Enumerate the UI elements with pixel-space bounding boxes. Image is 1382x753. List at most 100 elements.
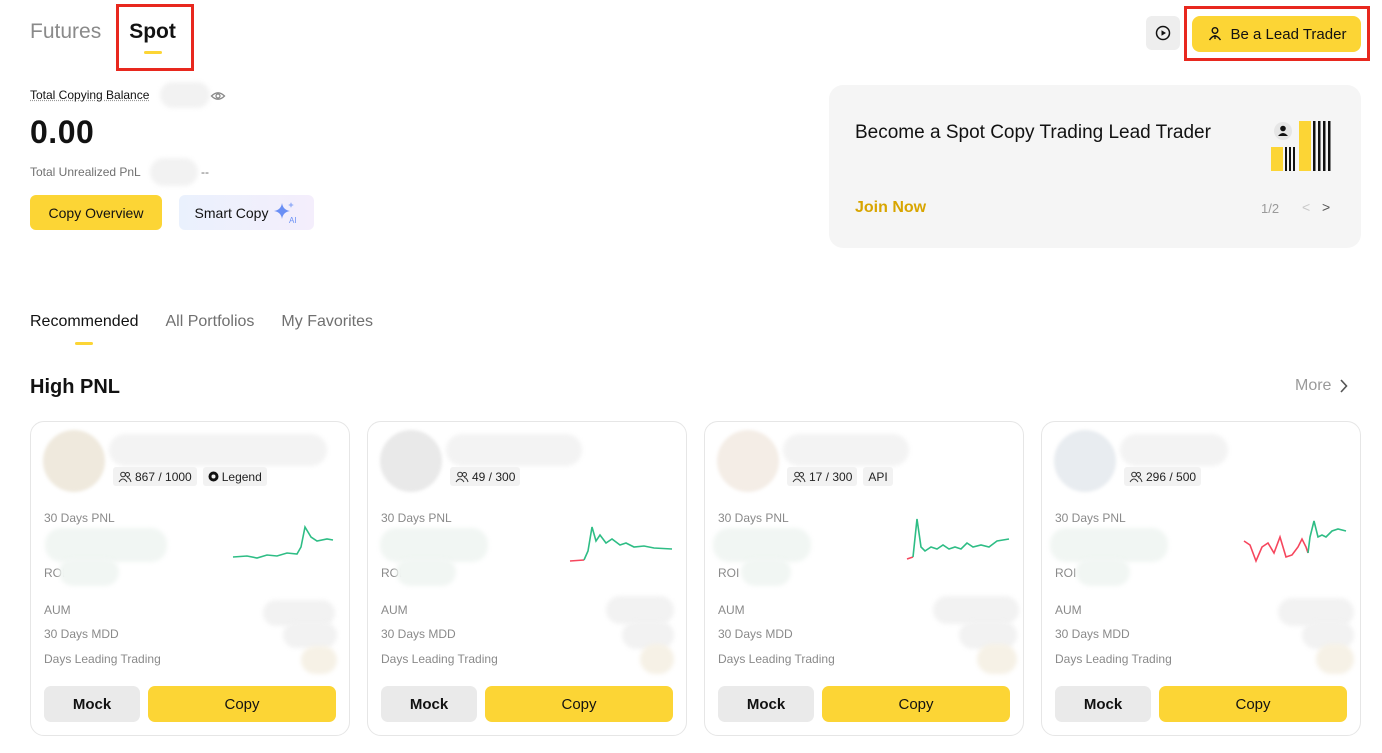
trader-card[interactable]: 17 / 300 API 30 Days PNL ROI AUM 30 Days… <box>704 421 1024 736</box>
copy-button[interactable]: Copy <box>485 686 673 722</box>
copy-button[interactable]: Copy <box>148 686 336 722</box>
smart-copy-button[interactable]: Smart Copy AI <box>179 195 314 230</box>
redacted-pnl-value <box>45 528 167 562</box>
promo-page-indicator: 1/2 <box>1261 201 1280 216</box>
avatar <box>380 430 442 492</box>
redacted-roi-value <box>59 558 119 586</box>
tab-futures[interactable]: Futures <box>30 20 101 56</box>
redacted-trader-name <box>783 434 909 466</box>
tab-recommended[interactable]: Recommended <box>30 313 139 345</box>
pnl-sparkline <box>569 526 673 562</box>
trader-card[interactable]: 296 / 500 30 Days PNL ROI AUM 30 Days MD… <box>1041 421 1361 736</box>
svg-text:AI: AI <box>289 216 297 225</box>
copiers-count: 49 / 300 <box>472 469 516 484</box>
highlight-box-spot <box>116 4 194 71</box>
unrealized-pnl-label: Total Unrealized PnL <box>30 165 141 179</box>
tab-my-favorites[interactable]: My Favorites <box>281 313 373 345</box>
legend-medal-icon <box>208 471 219 482</box>
tier-label: Legend <box>221 469 262 484</box>
copiers-badge: 867 / 1000 <box>113 467 197 486</box>
trader-card[interactable]: 49 / 300 30 Days PNL ROI AUM 30 Days MDD… <box>367 421 687 736</box>
pnl-label: 30 Days PNL <box>381 511 452 525</box>
more-label: More <box>1295 377 1332 394</box>
promo-prev-button[interactable]: < <box>1302 199 1310 215</box>
promo-next-button[interactable]: > <box>1322 199 1330 215</box>
avatar <box>43 430 105 492</box>
mock-button[interactable]: Mock <box>381 686 477 722</box>
mock-button[interactable]: Mock <box>44 686 140 722</box>
roi-label: ROI <box>718 566 740 580</box>
redacted-trader-name <box>446 434 582 466</box>
smart-copy-label: Smart Copy <box>194 204 269 221</box>
users-icon <box>792 471 806 482</box>
users-icon <box>455 471 469 482</box>
aum-label: AUM <box>718 603 745 617</box>
join-now-link[interactable]: Join Now <box>855 199 926 217</box>
portfolio-tabs: Recommended All Portfolios My Favorites <box>30 313 373 345</box>
play-circle-icon <box>1155 25 1171 41</box>
tutorial-button[interactable] <box>1146 16 1180 50</box>
api-badge: API <box>863 467 893 486</box>
pnl-label: 30 Days PNL <box>718 511 789 525</box>
trader-card[interactable]: 867 / 1000 Legend 30 Days PNL ROI AUM 30… <box>30 421 350 736</box>
mdd-label: 30 Days MDD <box>381 627 456 641</box>
mdd-label: 30 Days MDD <box>44 627 119 641</box>
days-leading-label: Days Leading Trading <box>1055 652 1172 666</box>
redacted-roi-value <box>396 558 456 586</box>
unrealized-pnl-value: -- <box>201 165 209 179</box>
copiers-count: 296 / 500 <box>1146 469 1197 484</box>
promo-banner[interactable]: Become a Spot Copy Trading Lead Trader J… <box>829 85 1361 248</box>
highlight-box-lead-trader <box>1184 6 1370 61</box>
trader-badges: 296 / 500 <box>1124 467 1202 486</box>
trader-badges: 867 / 1000 Legend <box>113 467 267 486</box>
redacted-trader-name <box>109 434 327 466</box>
promo-title: Become a Spot Copy Trading Lead Trader <box>855 122 1211 143</box>
sparkle-ai-icon: AI <box>274 201 297 225</box>
aum-label: AUM <box>381 603 408 617</box>
pnl-label: 30 Days PNL <box>1055 511 1126 525</box>
pnl-sparkline <box>906 518 1010 560</box>
redacted-pnl-value <box>1050 528 1168 562</box>
aum-label: AUM <box>44 603 71 617</box>
users-icon <box>118 471 132 482</box>
trader-badges: 17 / 300 API <box>787 467 893 486</box>
redacted-pnl-value <box>713 528 811 562</box>
redacted-days-value <box>301 646 337 674</box>
tier-badge: Legend <box>202 467 267 486</box>
pnl-label: 30 Days PNL <box>44 511 115 525</box>
redacted-value <box>160 82 210 108</box>
days-leading-label: Days Leading Trading <box>381 652 498 666</box>
redacted-aum-value <box>606 596 674 624</box>
copy-button[interactable]: Copy <box>822 686 1010 722</box>
redacted-days-value <box>977 644 1017 674</box>
copy-button[interactable]: Copy <box>1159 686 1347 722</box>
chevron-right-icon <box>1340 379 1349 393</box>
mdd-label: 30 Days MDD <box>1055 627 1130 641</box>
eye-icon[interactable] <box>210 88 226 104</box>
section-title: High PNL <box>30 376 120 398</box>
mock-button[interactable]: Mock <box>1055 686 1151 722</box>
copiers-badge: 49 / 300 <box>450 467 521 486</box>
redacted-roi-value <box>741 558 791 586</box>
mdd-label: 30 Days MDD <box>718 627 793 641</box>
avatar <box>1054 430 1116 492</box>
copiers-count: 867 / 1000 <box>135 469 192 484</box>
api-label: API <box>868 469 888 484</box>
redacted-aum-value <box>933 596 1019 624</box>
redacted-days-value <box>1316 644 1354 674</box>
pnl-sparkline <box>1243 520 1347 564</box>
aum-label: AUM <box>1055 603 1082 617</box>
days-leading-label: Days Leading Trading <box>718 652 835 666</box>
total-balance-value: 0.00 <box>30 114 95 150</box>
lead-trader-illustration <box>1271 121 1331 171</box>
days-leading-label: Days Leading Trading <box>44 652 161 666</box>
redacted-days-value <box>640 644 674 674</box>
mock-button[interactable]: Mock <box>718 686 814 722</box>
copiers-badge: 296 / 500 <box>1124 467 1202 486</box>
redacted-mdd-value <box>283 622 337 648</box>
copy-overview-button[interactable]: Copy Overview <box>30 195 162 230</box>
tab-all-portfolios[interactable]: All Portfolios <box>166 313 255 345</box>
more-link[interactable]: More <box>1295 377 1349 395</box>
copiers-badge: 17 / 300 <box>787 467 858 486</box>
redacted-pnl-value <box>380 528 488 562</box>
